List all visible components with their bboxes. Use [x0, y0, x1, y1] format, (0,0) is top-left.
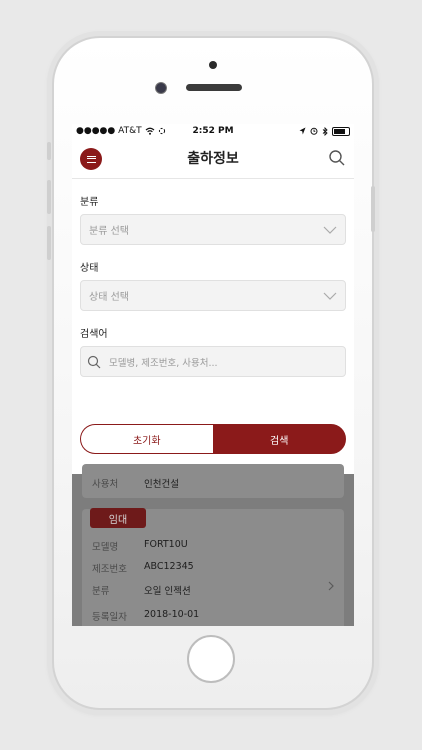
keyword-placeholder: 모델병, 제조번호, 사용처...	[109, 357, 218, 369]
filter-form: 분류 분류 선택 상태 상태 선택 검색어 모델병, 제조번호, 사용처...	[72, 193, 354, 377]
hamburger-icon	[86, 155, 96, 163]
volume-up-button	[47, 180, 51, 214]
status-select[interactable]: 상태 선택	[80, 280, 346, 311]
action-buttons: 초기화 검색	[80, 424, 346, 454]
row-key: 모델명	[92, 542, 119, 553]
list-item-row: 사용처 인천건설	[92, 476, 179, 490]
row-value: 2018-10-01	[144, 609, 200, 620]
search-icon	[87, 355, 101, 368]
front-camera	[155, 82, 167, 94]
row-key: 사용처	[92, 479, 119, 490]
status-bar: ●●●●● AT&T 2:52 PM	[72, 124, 354, 138]
home-button[interactable]	[187, 635, 235, 683]
row-key: 제조번호	[92, 564, 127, 575]
category-placeholder: 분류 선택	[89, 226, 129, 237]
search-button[interactable]: 검색	[212, 424, 346, 454]
row-value: ABC12345	[144, 561, 194, 572]
list-item-row: 제조번호 ABC12345	[92, 561, 199, 575]
page-title: 출하정보	[187, 151, 239, 167]
status-time: 2:52 PM	[192, 126, 234, 136]
list-item: 사용처 인천건설	[82, 464, 344, 498]
proximity-sensor	[209, 61, 217, 69]
earpiece-speaker	[186, 84, 242, 91]
reset-button[interactable]: 초기화	[80, 424, 213, 454]
list-item-row: 분류 오일 인젝션	[92, 583, 199, 597]
mute-switch	[47, 142, 51, 160]
dimmed-list-overlay: 사용처 인천건설 임대 모델명 FORT10U 제조번호 ABC12345 분류…	[72, 464, 354, 626]
row-value: 오일 인젝션	[144, 586, 191, 597]
row-value: FORT10U	[144, 539, 188, 550]
status-placeholder: 상태 선택	[89, 292, 129, 303]
list-item-details: 모델명 FORT10U 제조번호 ABC12345 분류 오일 인젝션 등록일자…	[92, 539, 199, 626]
row-value: 인천건설	[144, 479, 179, 490]
list-item-row: 모델명 FORT10U	[92, 539, 199, 553]
app-header: 출하정보	[72, 138, 354, 179]
category-label: 분류	[80, 197, 99, 208]
battery-icon	[332, 126, 350, 136]
volume-down-button	[47, 226, 51, 260]
category-select[interactable]: 분류 선택	[80, 214, 346, 245]
menu-button[interactable]	[80, 148, 102, 170]
status-label: 상태	[80, 263, 99, 274]
search-icon[interactable]	[328, 149, 346, 167]
keyword-label: 검색어	[80, 329, 108, 340]
row-key: 분류	[92, 586, 110, 597]
power-button	[371, 186, 375, 232]
chevron-down-icon	[323, 292, 337, 300]
app-screen: ●●●●● AT&T 2:52 PM 출하정보 분류 분류 선택 상태 상태 선…	[72, 124, 354, 626]
chevron-down-icon	[323, 226, 337, 234]
list-item[interactable]: 임대 모델명 FORT10U 제조번호 ABC12345 분류 오일 인젝션 등…	[82, 508, 344, 626]
rental-badge: 임대	[90, 508, 146, 528]
list-item-row: 등록일자 2018-10-01	[92, 609, 199, 623]
row-key: 등록일자	[92, 612, 127, 623]
keyword-search-input[interactable]: 모델병, 제조번호, 사용처...	[80, 346, 346, 377]
chevron-right-icon	[328, 581, 334, 591]
